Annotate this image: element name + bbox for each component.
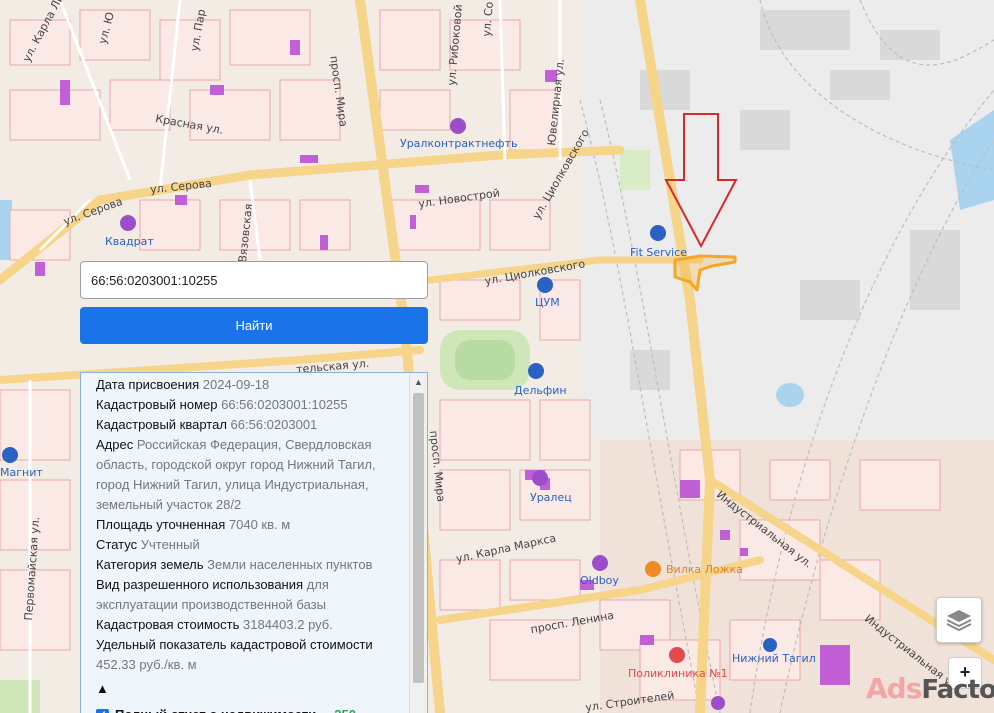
poi-label: Поликлиника №1 [628, 667, 728, 680]
info-row: Кадастровый номер 66:56:0203001:10255 [96, 395, 396, 415]
poi-label: Уралконтрактнефть [400, 137, 518, 150]
poi-label: Квадрат [105, 235, 154, 248]
info-row-label: Кадастровый квартал [96, 417, 227, 432]
info-row-label: Вид разрешенного использования [96, 577, 304, 592]
poi-label: Oldboy [580, 574, 619, 587]
info-row: Дата присвоения 2024-09-18 [96, 375, 396, 395]
info-row-value: 66:56:0203001 [230, 417, 318, 432]
info-row-label: Адрес [96, 437, 134, 452]
adsfactory-watermark: AdsFactory [866, 672, 994, 705]
full-report-row[interactable]: ✓ Полный отчет о недвижимости 250 [96, 705, 396, 713]
layers-button[interactable] [936, 597, 982, 643]
info-row: Кадастровый квартал 66:56:0203001 [96, 415, 396, 435]
full-report-label: Полный отчет о недвижимости [115, 705, 316, 713]
scrollbar-thumb[interactable] [413, 393, 424, 683]
info-row-value: 3184403.2 руб. [243, 617, 333, 632]
info-row: Удельный показатель кадастровой стоимост… [96, 635, 396, 675]
info-row: Статус Учтенный [96, 535, 396, 555]
watermark-factory: Factory [921, 675, 994, 705]
parcel-info-content: Дата присвоения 2024-09-18 Кадастровый но… [96, 375, 396, 713]
report-price: 250 [334, 705, 356, 713]
info-row-label: Дата присвоения [96, 377, 200, 392]
find-button[interactable]: Найти [80, 307, 428, 344]
info-row-label: Площадь уточненная [96, 517, 226, 532]
cadastral-search-input[interactable] [80, 261, 428, 299]
scroll-up-arrow-icon[interactable]: ▲ [413, 376, 424, 388]
info-row-value: Земли населенных пунктов [207, 557, 373, 572]
info-row-label: Статус [96, 537, 138, 552]
poi-label: Дельфин [514, 384, 567, 397]
parcel-info-panel[interactable]: Дата присвоения 2024-09-18 Кадастровый но… [80, 372, 428, 713]
info-row: Вид разрешенного использования для экспл… [96, 575, 396, 615]
poi-label: ЦУМ [535, 296, 560, 309]
scrollbar[interactable]: ▲ [409, 373, 427, 713]
poi-label: Уралец [530, 491, 572, 504]
poi-label: Нижний Тагил [732, 652, 816, 665]
info-row-value: 7040 кв. м [228, 517, 291, 532]
info-row-label: Кадастровый номер [96, 397, 218, 412]
poi-label: Магнит [0, 466, 43, 479]
poi-label: Fit Service [630, 246, 688, 259]
info-row-value: Российская Федерация, Свердловская облас… [96, 437, 376, 512]
info-row-label: Кадастровая стоимость [96, 617, 240, 632]
info-row: Адрес Российская Федерация, Свердловская… [96, 435, 396, 515]
watermark-ads: Ads [866, 672, 922, 705]
info-row-label: Категория земель [96, 557, 204, 572]
info-row: Площадь уточненная 7040 кв. м [96, 515, 396, 535]
collapse-toggle[interactable]: ▲ [96, 679, 396, 699]
info-row: Категория земель Земли населенных пункто… [96, 555, 396, 575]
info-row: Кадастровая стоимость 3184403.2 руб. [96, 615, 396, 635]
info-row-value: 2024-09-18 [202, 377, 270, 392]
info-row-value: 66:56:0203001:10255 [221, 397, 348, 412]
poi-label: Вилка Ложка [666, 563, 743, 576]
layers-icon [946, 610, 972, 632]
checkbox-icon[interactable]: ✓ [96, 708, 109, 713]
info-row-value: Учтенный [140, 537, 200, 552]
info-row-label: Удельный показатель кадастровой стоимост… [96, 637, 373, 652]
info-row-value: 452.33 руб./кв. м [96, 657, 197, 672]
